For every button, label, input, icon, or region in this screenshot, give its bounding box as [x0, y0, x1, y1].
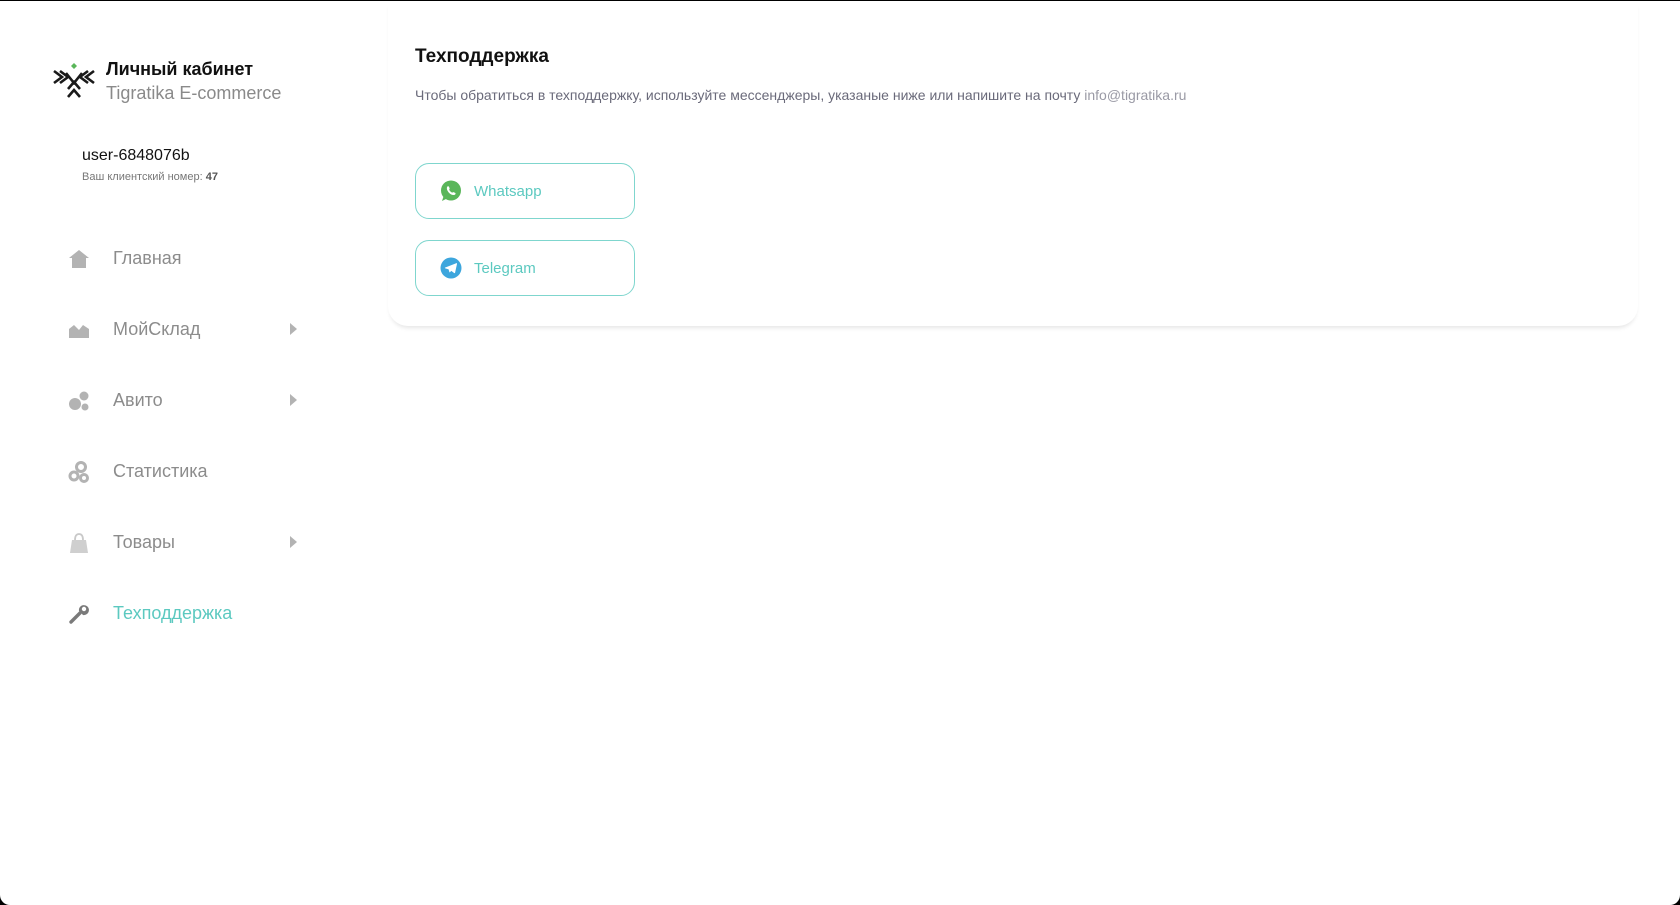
sidebar-item-avito[interactable]: Авито: [68, 365, 308, 436]
brand-subtitle: Tigratika E-commerce: [106, 83, 282, 103]
telegram-icon: [440, 257, 462, 279]
tigratika-logo-icon: [53, 63, 95, 98]
app-window: Личный кабинет Tigratika E-commerce user…: [0, 1, 1680, 905]
bag-icon: [68, 532, 90, 554]
client-number-line: Ваш клиентский номер: 47: [82, 171, 218, 183]
sidebar-item-moysklad[interactable]: МойСклад: [68, 294, 308, 365]
telegram-button-label: Telegram: [474, 259, 536, 277]
whatsapp-icon: [441, 180, 461, 201]
page-description: Чтобы обратиться в техподдержку, использ…: [415, 87, 1186, 103]
sidebar-item-label: Статистика: [113, 461, 208, 481]
client-number-value: 47: [205, 171, 218, 183]
sidebar-item-label: Техподдержка: [113, 603, 233, 623]
sidebar-item-home[interactable]: Главная: [68, 223, 308, 294]
chevron-right-icon[interactable]: [290, 535, 297, 548]
chevron-right-icon[interactable]: [290, 393, 297, 406]
brand-title: Личный кабинет: [106, 59, 254, 79]
sidebar-item-label: Главная: [113, 248, 182, 268]
user-name: user-6848076b: [82, 147, 190, 164]
sidebar: Личный кабинет Tigratika E-commerce user…: [0, 1, 360, 905]
sidebar-item-label: МойСклад: [113, 319, 201, 339]
page-title: Техподдержка: [415, 46, 549, 67]
sidebar-item-label: Товары: [113, 532, 175, 552]
chevron-right-icon[interactable]: [290, 322, 297, 335]
brand-text: Личный кабинет Tigratika E-commerce: [106, 57, 281, 105]
whatsapp-button-label: Whatsapp: [474, 182, 542, 200]
support-email-link[interactable]: info@tigratika.ru: [1084, 87, 1186, 103]
user-info: user-6848076b Ваш клиентский номер: 47: [82, 145, 218, 183]
whatsapp-button[interactable]: Whatsapp: [415, 163, 635, 219]
mountains-icon: [68, 319, 90, 341]
sidebar-item-label: Авито: [113, 390, 163, 410]
support-card: Техподдержка Чтобы обратиться в техподде…: [388, 1, 1638, 326]
telegram-button[interactable]: Telegram: [415, 240, 635, 296]
wrench-icon: [68, 603, 90, 625]
sidebar-item-products[interactable]: Товары: [68, 507, 308, 578]
circles-icon: [68, 390, 90, 412]
sidebar-item-statistics[interactable]: Статистика: [68, 436, 308, 507]
sidebar-item-support[interactable]: Техподдержка: [68, 578, 308, 649]
description-text: Чтобы обратиться в техподдержку, использ…: [415, 87, 1081, 103]
client-number-label: Ваш клиентский номер:: [82, 171, 203, 183]
home-icon: [68, 248, 90, 270]
brand[interactable]: Личный кабинет Tigratika E-commerce: [52, 57, 281, 105]
sidebar-nav: Главная МойСклад Авито Статистика Товары…: [68, 223, 308, 649]
gears-icon: [68, 460, 90, 483]
